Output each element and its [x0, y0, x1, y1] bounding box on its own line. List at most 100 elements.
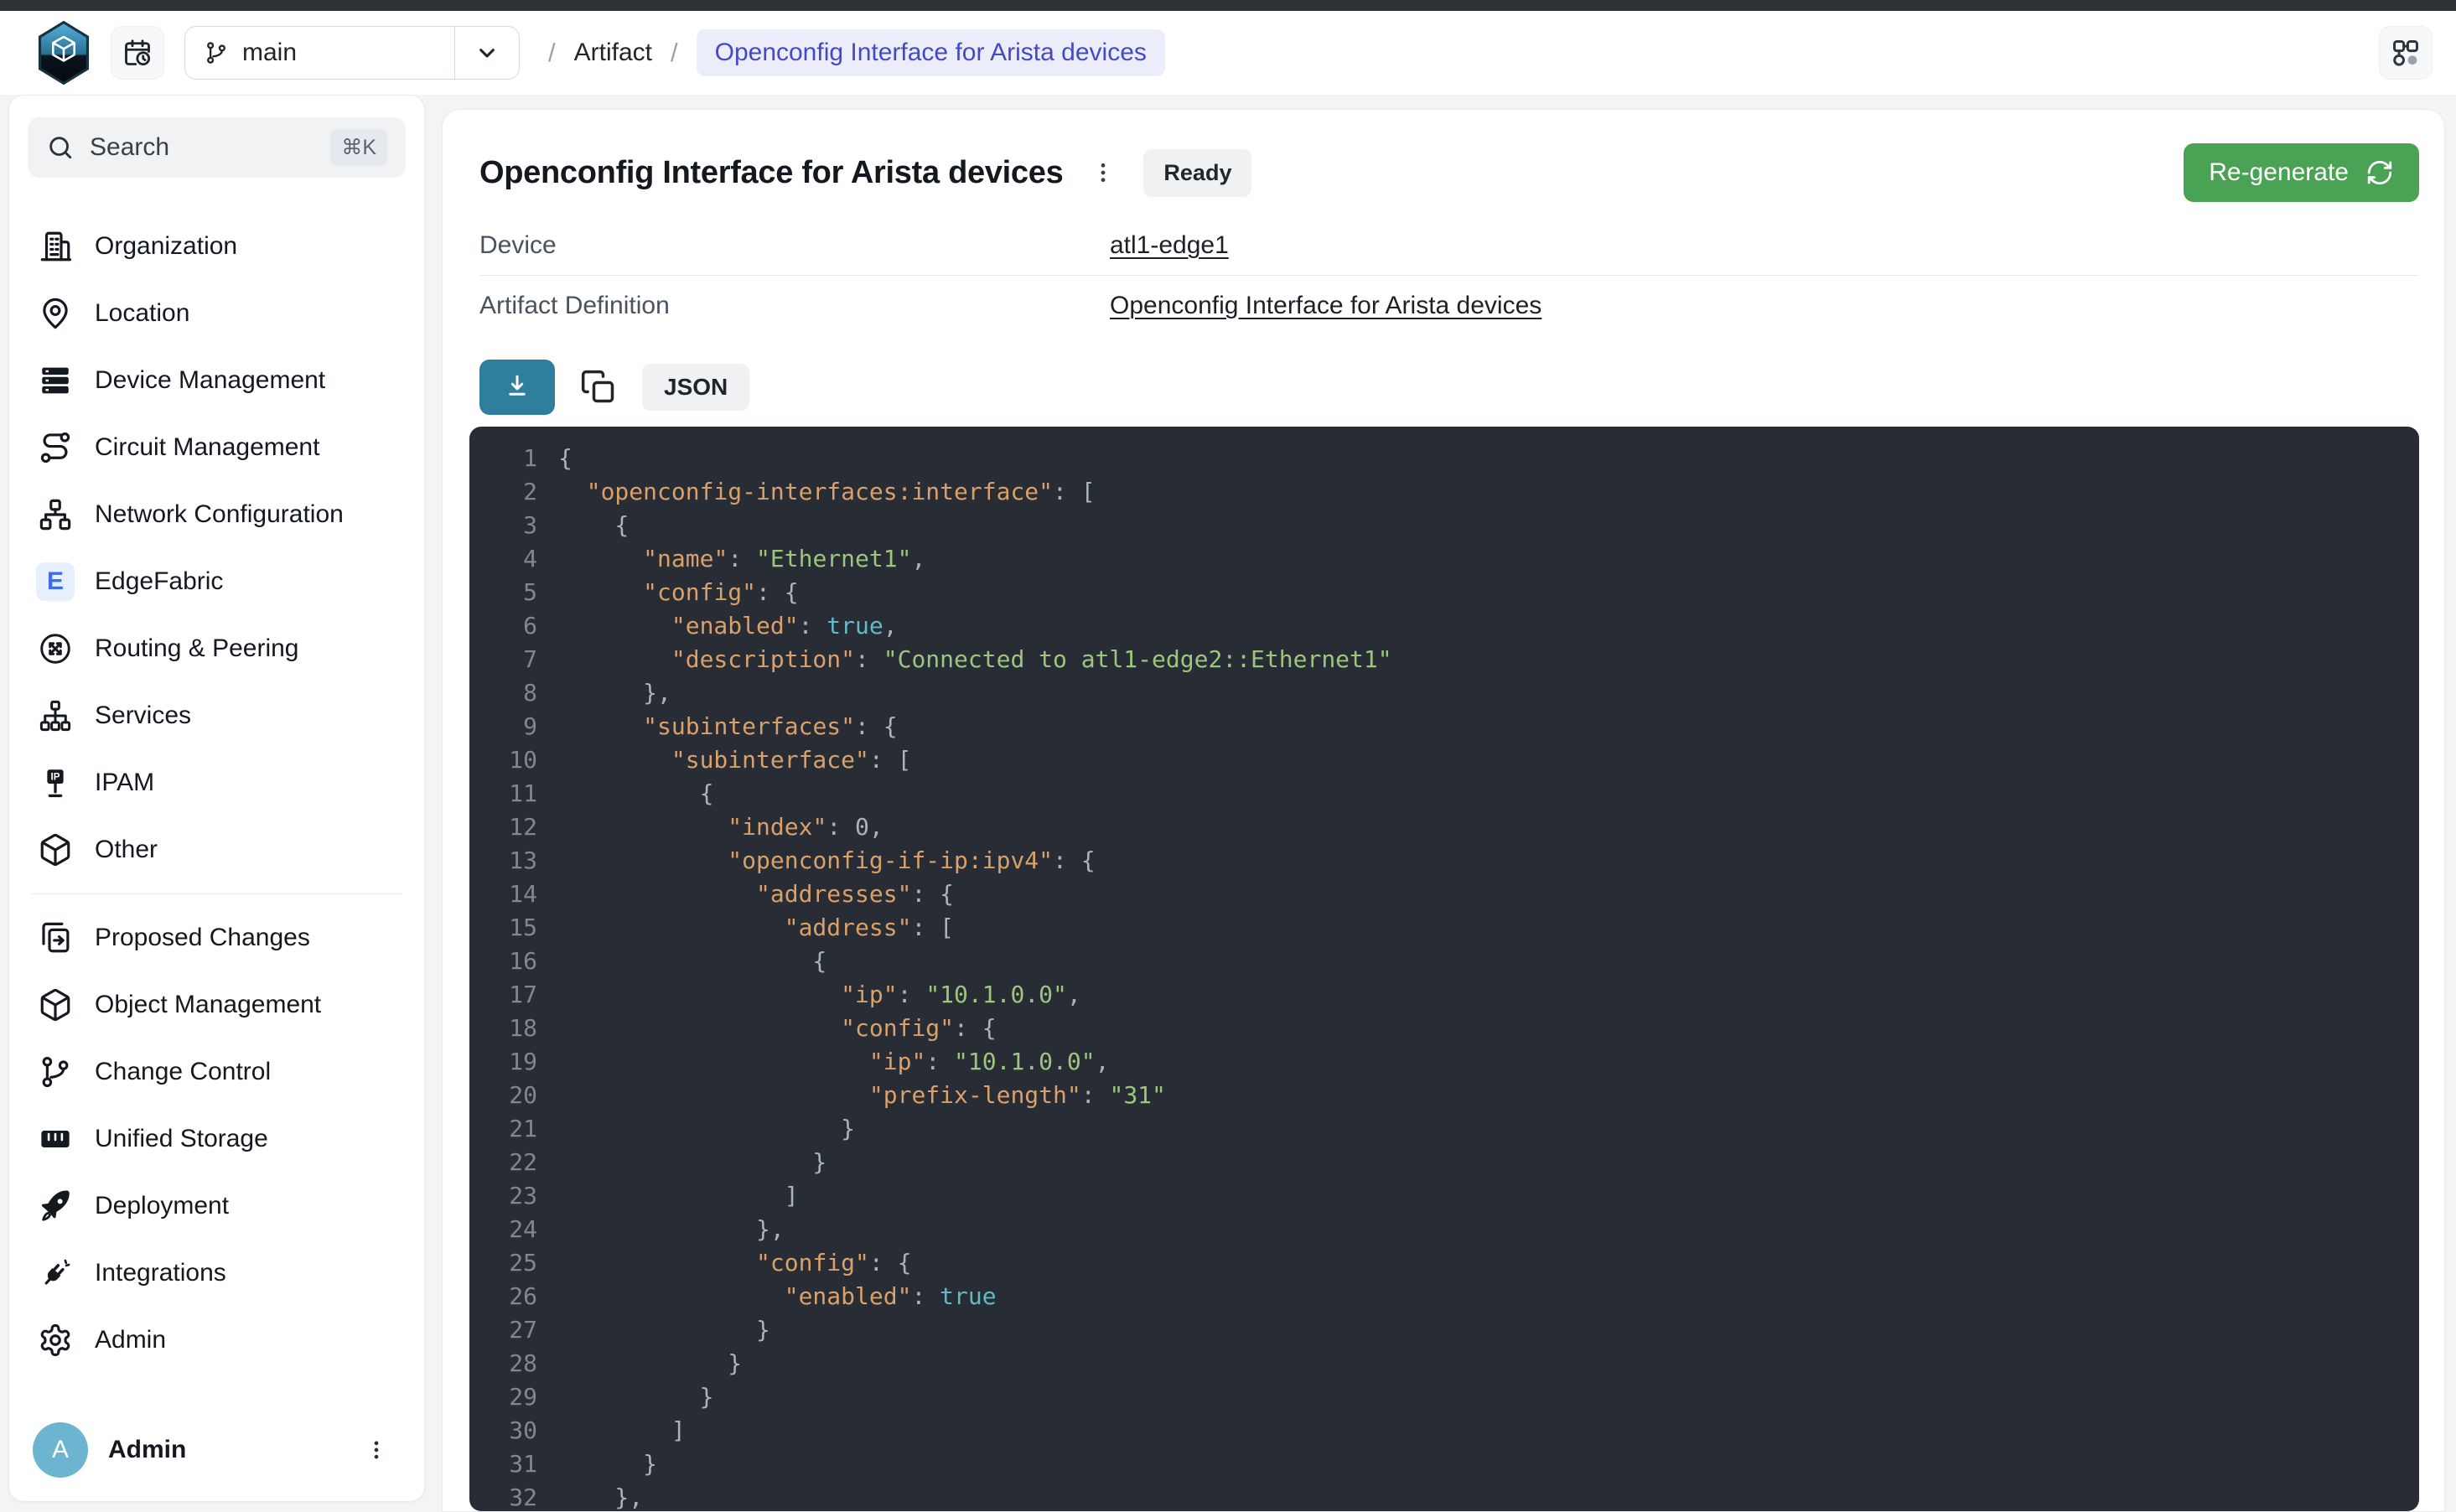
sidebar-item-proposed-changes[interactable]: Proposed Changes — [28, 904, 406, 971]
line-number: 25 — [469, 1246, 537, 1280]
sidebar-item-location[interactable]: Location — [28, 280, 406, 347]
line-number: 2 — [469, 475, 537, 509]
code-line-content: { — [537, 777, 713, 810]
line-number: 28 — [469, 1347, 537, 1380]
code-line-content: } — [537, 1347, 742, 1380]
sidebar-item-label: IPAM — [95, 769, 154, 797]
download-button[interactable] — [479, 360, 555, 415]
search-input[interactable]: Search ⌘K — [28, 117, 406, 178]
code-line: 19 "ip": "10.1.0.0", — [469, 1045, 2419, 1079]
user-name: Admin — [108, 1436, 186, 1464]
breadcrumb-current[interactable]: Openconfig Interface for Arista devices — [697, 29, 1165, 76]
sidebar-item-ipam[interactable]: IP IPAM — [28, 749, 406, 816]
title-menu-button[interactable] — [1086, 156, 1120, 189]
code-line-content: { — [537, 509, 629, 542]
sidebar-item-integrations[interactable]: Integrations — [28, 1240, 406, 1307]
device-link[interactable]: atl1-edge1 — [1110, 231, 1229, 260]
topology-button[interactable] — [2379, 26, 2433, 80]
field-label: Device — [479, 231, 1110, 260]
page-title: Openconfig Interface for Arista devices — [479, 155, 1063, 191]
sidebar-item-label: Object Management — [95, 991, 321, 1019]
format-badge: JSON — [642, 364, 749, 411]
code-line: 20 "prefix-length": "31" — [469, 1079, 2419, 1112]
sidebar-item-change-control[interactable]: Change Control — [28, 1038, 406, 1106]
line-number: 29 — [469, 1380, 537, 1414]
sidebar-item-organization[interactable]: Organization — [28, 213, 406, 280]
code-line-content: { — [537, 945, 826, 978]
sidebar-item-services[interactable]: Services — [28, 682, 406, 749]
sidebar-item-circuit-management[interactable]: Circuit Management — [28, 414, 406, 481]
breadcrumb-parent[interactable]: Artifact — [574, 39, 652, 67]
line-number: 23 — [469, 1179, 537, 1213]
code-line-content: } — [537, 1380, 713, 1414]
workflow-icon — [2390, 37, 2422, 69]
line-number: 20 — [469, 1079, 537, 1112]
user-row[interactable]: A Admin — [28, 1416, 406, 1486]
sidebar-item-deployment[interactable]: Deployment — [28, 1173, 406, 1240]
code-line-content: "addresses": { — [537, 878, 954, 911]
code-line-content: }, — [537, 676, 671, 710]
regenerate-button[interactable]: Re-generate — [2184, 143, 2419, 202]
line-number: 19 — [469, 1045, 537, 1079]
git-branch-icon — [38, 1054, 73, 1090]
sidebar-item-label: Network Configuration — [95, 500, 344, 529]
storage-icon — [38, 1121, 73, 1157]
code-line: 10 "subinterface": [ — [469, 743, 2419, 777]
user-menu-button[interactable] — [364, 1437, 389, 1463]
code-line: 11 { — [469, 777, 2419, 810]
sidebar-item-network-configuration[interactable]: Network Configuration — [28, 481, 406, 548]
code-line: 15 "address": [ — [469, 911, 2419, 945]
branch-selector-value: main — [185, 27, 454, 79]
building-icon — [38, 229, 73, 264]
sidebar-item-edgefabric[interactable]: E EdgeFabric — [28, 548, 406, 615]
git-branch-icon — [204, 40, 229, 65]
rocket-icon — [38, 1188, 73, 1224]
code-line: 13 "openconfig-if-ip:ipv4": { — [469, 844, 2419, 878]
copy-button[interactable] — [578, 367, 619, 407]
sidebar-item-unified-storage[interactable]: Unified Storage — [28, 1106, 406, 1173]
org-chart-icon — [38, 698, 73, 733]
branch-selector[interactable]: main — [184, 26, 520, 80]
code-line: 31 } — [469, 1447, 2419, 1481]
chevron-down-icon — [474, 39, 500, 66]
code-line: 14 "addresses": { — [469, 878, 2419, 911]
code-line: 27 } — [469, 1313, 2419, 1347]
code-line: 24 }, — [469, 1213, 2419, 1246]
sidebar-item-device-management[interactable]: Device Management — [28, 347, 406, 414]
code-line: 30 ] — [469, 1414, 2419, 1447]
svg-text:IP: IP — [51, 773, 60, 783]
sidebar-item-label: EdgeFabric — [95, 567, 223, 596]
sidebar-item-routing-peering[interactable]: Routing & Peering — [28, 615, 406, 682]
map-pin-icon — [38, 296, 73, 331]
avatar: A — [33, 1422, 88, 1478]
calendar-button[interactable] — [111, 26, 164, 80]
sidebar-primary-nav: Organization Location Device Management — [28, 213, 406, 883]
code-line-content: }, — [537, 1213, 785, 1246]
code-line-content: "index": 0, — [537, 810, 883, 844]
line-number: 7 — [469, 643, 537, 676]
code-line: 5 "config": { — [469, 576, 2419, 609]
app-logo-icon[interactable] — [37, 21, 91, 85]
sidebar-item-label: Organization — [95, 232, 237, 261]
code-viewer[interactable]: 1{2 "openconfig-interfaces:interface": [… — [469, 427, 2419, 1511]
edgefabric-badge: E — [36, 562, 75, 601]
code-line-content: } — [537, 1146, 826, 1179]
artifact-definition-link[interactable]: Openconfig Interface for Arista devices — [1110, 292, 1541, 320]
copy-icon — [580, 369, 617, 406]
code-line-content: "subinterface": [ — [537, 743, 911, 777]
line-number: 10 — [469, 743, 537, 777]
file-diff-icon — [38, 920, 73, 955]
breadcrumb-separator: / — [671, 38, 678, 68]
field-label: Artifact Definition — [479, 292, 1110, 320]
sidebar-item-object-management[interactable]: Object Management — [28, 971, 406, 1038]
line-number: 9 — [469, 710, 537, 743]
line-number: 15 — [469, 911, 537, 945]
branch-selector-caret[interactable] — [455, 27, 519, 79]
box-icon — [38, 832, 73, 867]
code-line-content: "config": { — [537, 1246, 911, 1280]
sidebar-item-other[interactable]: Other — [28, 816, 406, 883]
sidebar-item-label: Proposed Changes — [95, 924, 310, 952]
sidebar-item-admin[interactable]: Admin — [28, 1307, 406, 1374]
code-line: 23 ] — [469, 1179, 2419, 1213]
code-line-content: "enabled": true — [537, 1280, 997, 1313]
